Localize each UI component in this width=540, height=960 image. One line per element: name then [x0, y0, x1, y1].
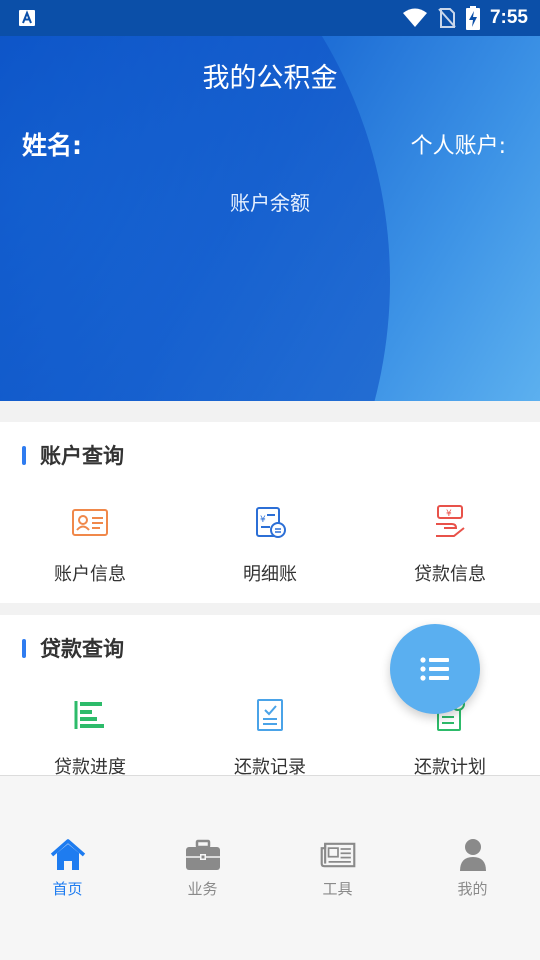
- status-bar: 7:55: [0, 0, 540, 36]
- menu-fab-button[interactable]: [390, 624, 480, 714]
- balance-label: 账户余额: [230, 191, 310, 215]
- loan-progress-label: 贷款进度: [54, 757, 126, 775]
- nav-business[interactable]: 业务: [135, 838, 270, 899]
- account-info-button[interactable]: 账户信息: [0, 502, 180, 586]
- repayment-plan-label: 还款计划: [414, 757, 486, 775]
- section-title-text: 贷款查询: [40, 637, 124, 661]
- ledger-button[interactable]: ¥ 明细账: [180, 502, 360, 586]
- list-icon: [420, 657, 449, 681]
- svg-text:¥: ¥: [446, 509, 452, 519]
- nav-tools-label: 工具: [322, 880, 353, 898]
- ledger-label: 明细账: [243, 564, 297, 585]
- account-query-section: 账户查询 账户信息 ¥ 明细账 ¥ 贷款信息: [0, 422, 540, 603]
- section-title: 账户查询: [22, 444, 124, 468]
- loan-info-icon: ¥: [436, 505, 465, 537]
- account-header: 我的公积金 姓名: 个人账户: 账户余额: [0, 36, 540, 401]
- briefcase-icon: [185, 839, 220, 870]
- status-time: 7:55: [489, 7, 528, 28]
- nav-business-label: 业务: [187, 880, 218, 898]
- section-title-text: 账户查询: [40, 444, 124, 468]
- bottom-nav: 首页 业务 工具 我的: [0, 775, 540, 960]
- newspaper-icon: [320, 842, 355, 868]
- account-info-label: 账户信息: [54, 564, 126, 585]
- account-label: 个人账户:: [410, 134, 506, 159]
- repayment-record-button[interactable]: 还款记录: [180, 695, 360, 775]
- nav-mine[interactable]: 我的: [405, 838, 540, 899]
- loan-progress-button[interactable]: 贷款进度: [0, 695, 180, 775]
- person-icon: [459, 839, 486, 871]
- name-label: 姓名:: [22, 131, 82, 160]
- repayment-record-label: 还款记录: [234, 757, 306, 775]
- progress-icon: [74, 701, 104, 729]
- section-marker: [22, 638, 26, 658]
- ledger-icon: ¥: [256, 507, 286, 538]
- checklist-icon: [257, 699, 283, 731]
- nav-home[interactable]: 首页: [0, 838, 135, 899]
- page-title: 我的公积金: [202, 63, 338, 94]
- loan-info-label: 贷款信息: [414, 564, 486, 585]
- app-notification-icon: [19, 10, 35, 26]
- section-title: 贷款查询: [22, 637, 124, 661]
- loan-info-button[interactable]: ¥ 贷款信息: [360, 502, 540, 586]
- home-icon: [50, 839, 85, 870]
- no-sim-icon: [438, 8, 456, 28]
- id-card-icon: [72, 509, 108, 536]
- nav-mine-label: 我的: [457, 880, 488, 898]
- battery-charging-icon: [465, 6, 480, 30]
- section-marker: [22, 445, 26, 465]
- svg-text:¥: ¥: [260, 515, 266, 525]
- wifi-icon: [402, 8, 427, 27]
- nav-home-label: 首页: [52, 880, 83, 898]
- nav-tools[interactable]: 工具: [270, 838, 405, 899]
